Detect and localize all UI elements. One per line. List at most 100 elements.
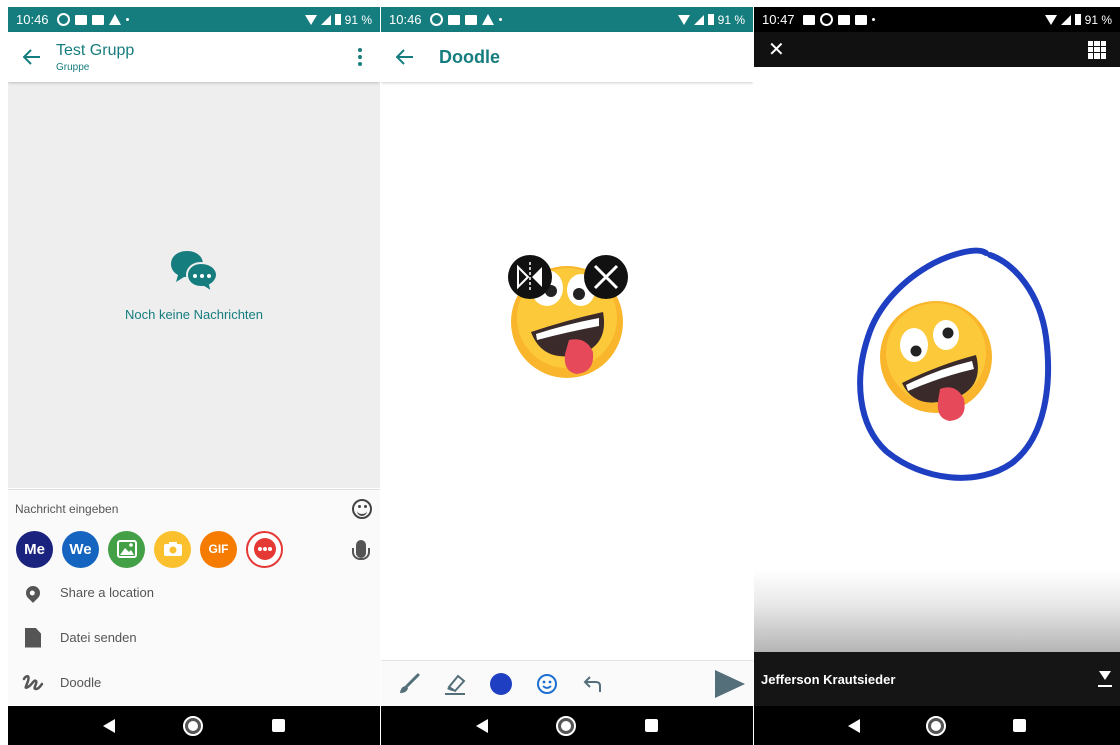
notification-icons bbox=[429, 13, 502, 26]
close-icon[interactable]: ✕ bbox=[768, 37, 785, 62]
chat-header: Test Grupp Gruppe bbox=[8, 32, 380, 82]
brush-icon[interactable] bbox=[397, 672, 421, 696]
nav-back-icon[interactable] bbox=[848, 718, 861, 733]
more-notifications-icon bbox=[125, 18, 129, 21]
battery-icon bbox=[707, 14, 714, 25]
viewer-footer: Jefferson Krautsieder bbox=[754, 652, 1120, 706]
microphone-icon[interactable] bbox=[352, 540, 370, 560]
nav-home-icon[interactable] bbox=[183, 715, 204, 736]
image-button[interactable] bbox=[108, 530, 145, 568]
me-button[interactable]: Me bbox=[16, 530, 53, 568]
android-nav-bar bbox=[754, 706, 1120, 745]
status-time: 10:46 bbox=[16, 12, 49, 27]
menu-item-share-location[interactable]: Share a location bbox=[8, 570, 380, 615]
back-arrow-icon[interactable] bbox=[381, 32, 429, 82]
menu-item-label: Doodle bbox=[60, 675, 102, 690]
warning-icon bbox=[481, 14, 494, 25]
status-bar: 10:47 91 % bbox=[754, 7, 1120, 32]
notification-icon bbox=[837, 14, 850, 25]
doodle-canvas[interactable] bbox=[381, 82, 753, 660]
nav-recents-icon[interactable] bbox=[644, 719, 658, 732]
undo-icon[interactable] bbox=[581, 672, 605, 696]
quick-actions-row: Me We GIF bbox=[8, 528, 380, 570]
wifi-icon bbox=[677, 14, 690, 25]
menu-item-doodle[interactable]: Doodle bbox=[8, 660, 380, 705]
camera-icon bbox=[163, 542, 182, 556]
emoji-icon[interactable] bbox=[535, 672, 559, 696]
menu-item-label: Share a location bbox=[60, 585, 154, 600]
battery-icon bbox=[1074, 14, 1081, 25]
file-icon bbox=[25, 627, 41, 648]
nav-recents-icon[interactable] bbox=[271, 719, 285, 732]
battery-level: 91 % bbox=[344, 12, 372, 27]
android-nav-bar bbox=[8, 706, 380, 745]
page-title: Doodle bbox=[439, 46, 500, 67]
notification-icon bbox=[91, 14, 104, 25]
menu-item-label: Datei senden bbox=[60, 630, 137, 645]
empty-chat-area: Noch keine Nachrichten bbox=[8, 82, 380, 488]
camera-button[interactable] bbox=[154, 530, 191, 568]
system-icons: 91 % bbox=[1044, 12, 1112, 27]
download-icon[interactable] bbox=[1098, 671, 1112, 687]
screenshot-collage: 10:46 91 % Test Grupp Gruppe Noch keine … bbox=[0, 0, 1120, 745]
battery-level: 91 % bbox=[717, 12, 745, 27]
nav-home-icon[interactable] bbox=[926, 715, 947, 736]
nav-recents-icon[interactable] bbox=[1012, 719, 1026, 732]
battery-level: 91 % bbox=[1084, 12, 1112, 27]
gallery-icon bbox=[802, 14, 815, 25]
whatsapp-icon bbox=[819, 13, 833, 26]
gif-button[interactable]: GIF bbox=[200, 530, 237, 568]
overflow-menu-icon[interactable] bbox=[340, 48, 380, 66]
chat-screen: 10:46 91 % Test Grupp Gruppe Noch keine … bbox=[8, 7, 380, 745]
wifi-icon bbox=[1044, 14, 1057, 25]
android-nav-bar bbox=[381, 706, 753, 745]
image-viewer-screen: 10:47 91 % ✕ Jefferson Krautsieder bbox=[754, 7, 1120, 745]
composer-panel: Nachricht eingeben Me We GIF Share a loc… bbox=[8, 489, 380, 705]
remove-sticker-icon[interactable] bbox=[584, 255, 628, 299]
emoji-sticker bbox=[880, 301, 992, 421]
notification-icon bbox=[464, 14, 477, 25]
nav-back-icon[interactable] bbox=[103, 718, 116, 733]
eraser-icon[interactable] bbox=[443, 672, 467, 696]
location-pin-icon bbox=[23, 582, 43, 603]
status-time: 10:47 bbox=[762, 12, 795, 27]
nav-back-icon[interactable] bbox=[476, 718, 489, 733]
menu-item-send-file[interactable]: Datei senden bbox=[8, 615, 380, 660]
battery-icon bbox=[334, 14, 341, 25]
color-picker[interactable] bbox=[489, 672, 513, 696]
signal-icon bbox=[693, 14, 704, 25]
doodle-toolbar bbox=[381, 660, 753, 706]
chat-bubbles-icon bbox=[171, 250, 219, 293]
back-arrow-icon[interactable] bbox=[8, 32, 56, 82]
notification-icon bbox=[854, 14, 867, 25]
grid-view-icon[interactable] bbox=[1088, 40, 1106, 59]
image-icon bbox=[116, 540, 137, 558]
we-button[interactable]: We bbox=[62, 530, 99, 568]
status-bar: 10:46 91 % bbox=[8, 7, 380, 32]
chat-title: Test Grupp bbox=[56, 41, 135, 59]
more-button[interactable] bbox=[246, 530, 283, 568]
emoji-icon[interactable] bbox=[352, 499, 372, 519]
whatsapp-icon bbox=[56, 13, 70, 26]
whatsapp-icon bbox=[429, 13, 443, 26]
status-bar: 10:46 91 % bbox=[381, 7, 753, 32]
selected-color-swatch bbox=[490, 672, 512, 695]
chat-subtitle: Gruppe bbox=[56, 61, 90, 73]
message-input-row: Nachricht eingeben bbox=[8, 490, 380, 528]
more-notifications-icon bbox=[871, 18, 875, 21]
signal-icon bbox=[1060, 14, 1071, 25]
nav-home-icon[interactable] bbox=[556, 715, 577, 736]
send-icon[interactable] bbox=[715, 669, 745, 698]
doodle-image bbox=[754, 67, 1120, 652]
notification-icons bbox=[802, 13, 875, 26]
notification-icon bbox=[447, 14, 460, 25]
wifi-icon bbox=[304, 14, 317, 25]
sender-name: Jefferson Krautsieder bbox=[761, 671, 896, 687]
status-time: 10:46 bbox=[389, 12, 422, 27]
flip-sticker-icon[interactable] bbox=[508, 255, 552, 299]
chat-title-block[interactable]: Test Grupp Gruppe bbox=[56, 42, 134, 73]
doodle-screen: 10:46 91 % Doodle bbox=[381, 7, 753, 745]
system-icons: 91 % bbox=[677, 12, 745, 27]
viewer-toolbar: ✕ bbox=[754, 32, 1120, 67]
message-input[interactable]: Nachricht eingeben bbox=[15, 502, 352, 516]
